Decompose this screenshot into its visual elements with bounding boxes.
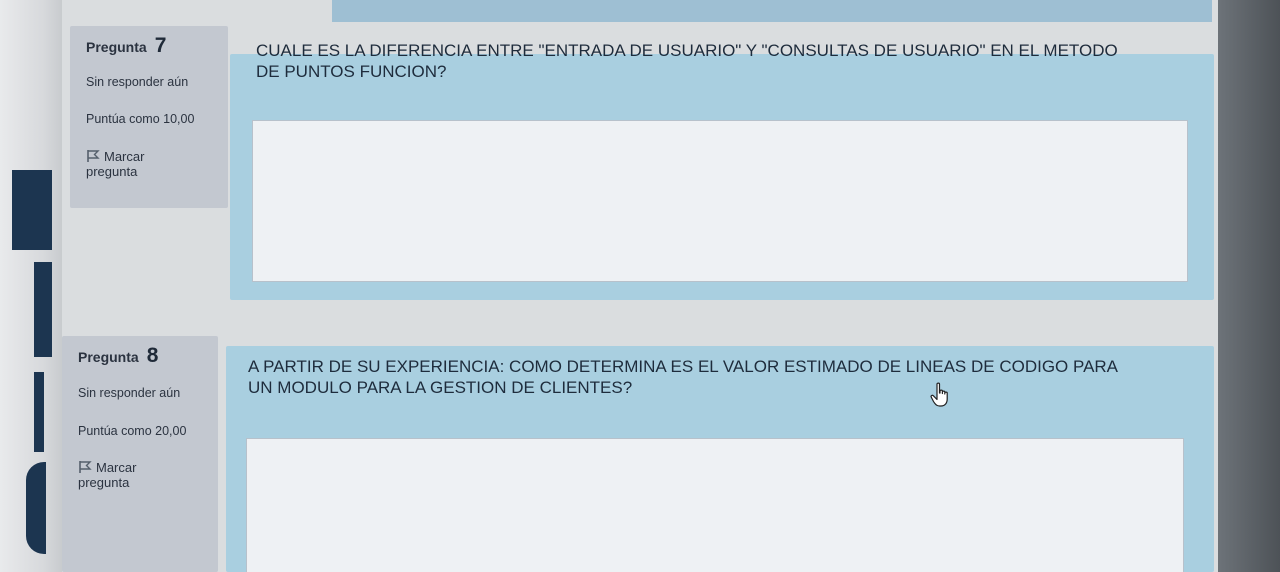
flag-label-2: pregunta bbox=[86, 164, 138, 179]
question-content-8: A PARTIR DE SU EXPERIENCIA: COMO DETERMI… bbox=[226, 346, 1214, 572]
answer-textarea[interactable] bbox=[246, 438, 1184, 572]
question-heading: Pregunta 8 bbox=[78, 344, 158, 368]
question-status: Sin responder aún bbox=[86, 75, 189, 89]
question-status: Sin responder aún bbox=[78, 386, 181, 400]
question-number: 8 bbox=[146, 344, 159, 367]
question-label: Pregunta bbox=[78, 349, 139, 365]
decor-block-2 bbox=[34, 262, 52, 357]
question-info-8: Pregunta 8 Sin responder aún Puntúa como … bbox=[62, 336, 218, 572]
hand-pointer-icon bbox=[930, 382, 948, 407]
question-heading: Pregunta 7 bbox=[86, 34, 166, 58]
flag-question-link[interactable]: Marcar pregunta bbox=[86, 149, 144, 179]
question-text: A PARTIR DE SU EXPERIENCIA: COMO DETERMI… bbox=[248, 357, 1118, 397]
flag-icon bbox=[79, 461, 92, 473]
question-label: Pregunta bbox=[86, 39, 147, 55]
question-text: CUALE ES LA DIFERENCIA ENTRE "ENTRADA DE… bbox=[256, 41, 1118, 81]
previous-question-edge bbox=[332, 0, 1212, 22]
right-background bbox=[1218, 0, 1280, 572]
decor-block-3 bbox=[34, 372, 44, 452]
question-content-7: CUALE ES LA DIFERENCIA ENTRE "ENTRADA DE… bbox=[230, 41, 1214, 300]
question-score: Puntúa como 20,00 bbox=[78, 424, 187, 438]
flag-icon bbox=[87, 150, 100, 162]
answer-textarea[interactable] bbox=[252, 120, 1188, 282]
quiz-page: Pregunta 7 Sin responder aún Puntúa como … bbox=[62, 0, 1218, 572]
question-number: 7 bbox=[154, 34, 167, 57]
flag-label: Marcar bbox=[104, 149, 145, 164]
flag-label-2: pregunta bbox=[78, 475, 130, 490]
flag-question-link[interactable]: Marcar pregunta bbox=[78, 460, 136, 490]
flag-label: Marcar bbox=[96, 460, 137, 475]
question-score: Puntúa como 10,00 bbox=[86, 112, 195, 126]
question-info-7: Pregunta 7 Sin responder aún Puntúa como … bbox=[70, 26, 228, 208]
decor-block-1 bbox=[12, 170, 52, 250]
decor-block-4 bbox=[26, 462, 46, 554]
left-background bbox=[0, 0, 62, 572]
